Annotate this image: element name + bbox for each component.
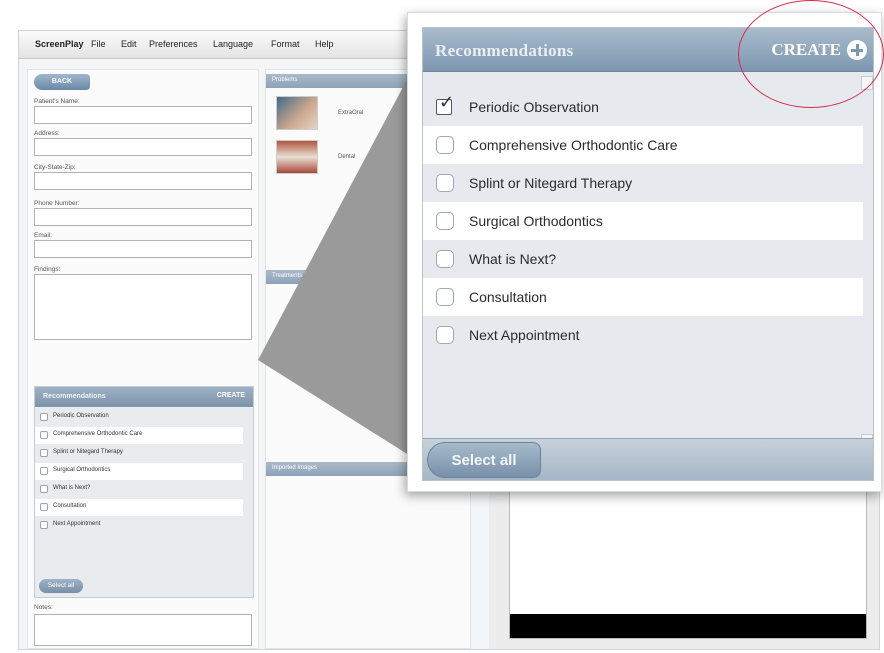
dental-label: Dental [338,154,356,160]
treatments-title: Treatments [272,273,303,279]
menu-language[interactable]: Language [213,39,253,49]
small-checkbox[interactable] [40,467,48,475]
small-create-button[interactable]: CREATE [217,392,245,399]
recommendation-label: Splint or Nitegard Therapy [469,175,633,191]
field-label-address: Address: [34,130,60,137]
small-recommendation-label: Periodic Observation [53,413,109,419]
address-input[interactable] [34,138,252,156]
small-checkbox[interactable] [40,521,48,529]
viewer-black-bar [510,614,866,638]
create-button[interactable]: CREATE [771,38,867,62]
back-button[interactable]: BACK [34,74,90,90]
menu-help[interactable]: Help [315,39,334,49]
small-recommendation-row[interactable]: What is Next? [35,481,243,498]
recommendations-panel-small: Recommendations CREATE Periodic Observat… [34,386,254,598]
findings-textarea[interactable] [34,274,252,340]
checkbox-checked[interactable]: ✓ [436,94,454,115]
field-label-city: City-State-Zip: [34,164,76,171]
checkbox[interactable] [436,212,454,230]
notes-textarea[interactable] [34,614,252,646]
app-menu[interactable]: ScreenPlay [35,39,84,49]
small-recommendation-row[interactable]: Consultation [35,499,243,516]
findings-label: Findings: [34,266,61,273]
email-input[interactable] [34,240,252,258]
image-viewer[interactable] [509,479,867,639]
field-label-name: Patient's Name: [34,98,80,105]
checkbox[interactable] [436,174,454,192]
small-recommendation-label: Surgical Orthodontics [53,467,111,473]
menu-format[interactable]: Format [271,39,300,49]
scrollbar-top[interactable] [861,76,873,90]
recommendation-label: What is Next? [469,251,557,267]
recommendation-label: Consultation [469,289,547,305]
small-recommendation-row[interactable]: Surgical Orthodontics [35,463,243,480]
small-recommendation-label: What is Next? [53,485,91,491]
small-checkbox[interactable] [40,413,48,421]
small-rec-title: Recommendations [43,393,106,400]
checkbox[interactable] [436,326,454,344]
field-label-phone: Phone Number: [34,200,80,207]
recommendation-row[interactable]: What is Next? [423,240,863,278]
plus-circle-icon [847,40,867,60]
recommendation-row[interactable]: Consultation [423,278,863,316]
recommendation-row[interactable]: Next Appointment [423,316,863,354]
small-checkbox[interactable] [40,485,48,493]
checkbox[interactable] [436,288,454,306]
recommendations-header: Recommendations CREATE [423,28,873,72]
notes-label: Notes: [34,604,53,611]
menu-edit[interactable]: Edit [121,39,137,49]
recommendation-row[interactable]: Comprehensive Orthodontic Care [423,126,863,164]
small-recommendation-row[interactable]: Next Appointment [35,517,243,534]
small-checkbox[interactable] [40,449,48,457]
extraoral-label: ExtraOral [338,110,364,116]
small-select-all-button[interactable]: Select all [39,579,83,593]
small-recommendation-row[interactable]: Splint or Nitegard Therapy [35,445,243,462]
checkmark-icon: ✓ [439,92,455,113]
create-label: CREATE [771,40,841,59]
phone-input[interactable] [34,208,252,226]
small-recommendation-label: Comprehensive Orthodontic Care [53,431,143,437]
checkbox[interactable] [436,250,454,268]
dental-thumbnail[interactable] [276,140,318,174]
small-checkbox[interactable] [40,431,48,439]
checkbox[interactable] [436,136,454,154]
extraoral-thumbnail[interactable] [276,96,318,130]
recommendation-label: Periodic Observation [469,99,599,115]
recommendations-footer: Select all [423,438,873,480]
problems-title: Problems [272,77,298,83]
recommendation-label: Surgical Orthodontics [469,213,603,229]
recommendations-panel: Recommendations CREATE ✓ Periodic Observa… [422,27,874,481]
small-rec-header: Recommendations CREATE [35,387,253,407]
recommendation-row[interactable]: Surgical Orthodontics [423,202,863,240]
select-all-button[interactable]: Select all [427,442,541,478]
small-recommendation-row[interactable]: Periodic Observation [35,409,243,426]
menu-preferences[interactable]: Preferences [149,39,198,49]
recommendation-row[interactable]: ✓ Periodic Observation [423,88,863,126]
menu-file[interactable]: File [91,39,106,49]
recommendation-row[interactable]: Splint or Nitegard Therapy [423,164,863,202]
recommendation-label: Comprehensive Orthodontic Care [469,137,678,153]
zoom-callout: Recommendations CREATE ✓ Periodic Observa… [407,12,882,492]
recommendation-label: Next Appointment [469,327,580,343]
city-state-zip-input[interactable] [34,172,252,190]
small-recommendation-row[interactable]: Comprehensive Orthodontic Care [35,427,243,444]
small-recommendation-label: Splint or Nitegard Therapy [53,449,123,455]
small-checkbox[interactable] [40,503,48,511]
patient-form: BACK Patient's Name: Address: City-State… [27,69,259,649]
field-label-email: Email: [34,232,53,239]
patient-name-input[interactable] [34,106,252,124]
small-recommendation-label: Consultation [53,503,87,509]
imported-images-title: Imported Images [272,465,318,471]
small-recommendation-label: Next Appointment [53,521,101,527]
recommendations-title: Recommendations [435,41,574,60]
